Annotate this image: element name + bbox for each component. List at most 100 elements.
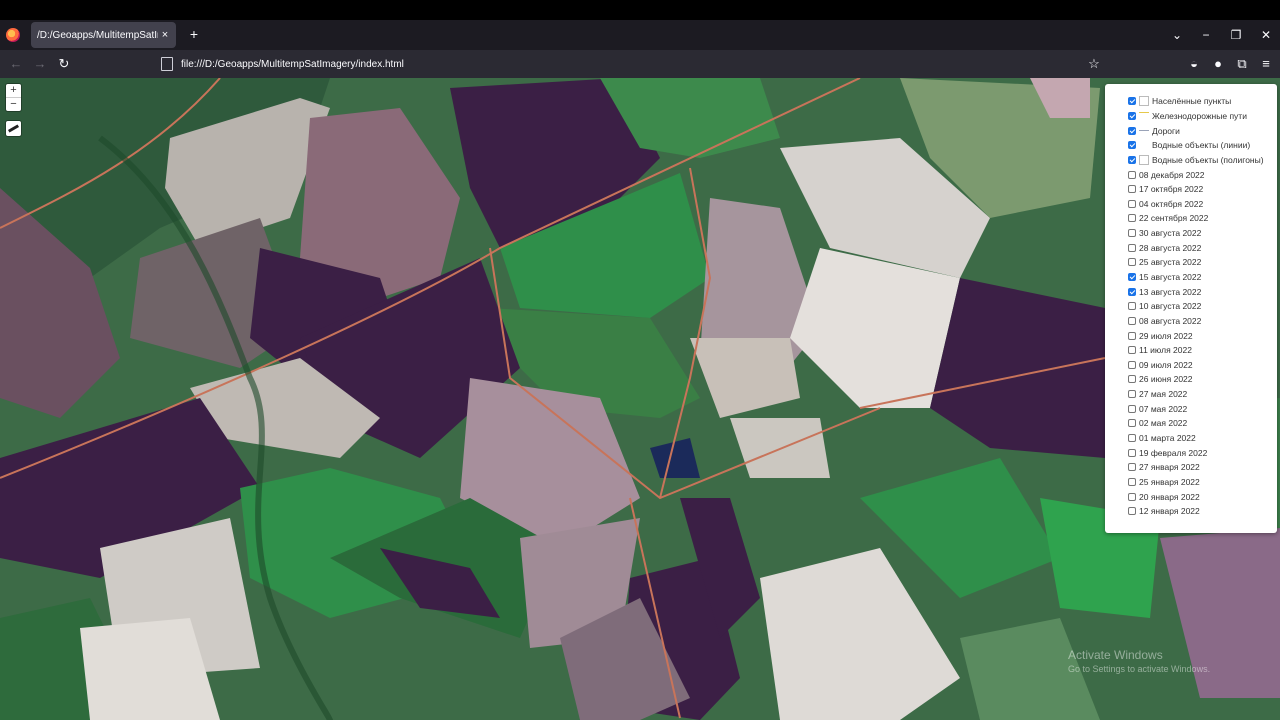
layer-checkbox[interactable] — [1128, 141, 1136, 150]
layer-item[interactable]: 04 октября 2022 — [1105, 196, 1277, 211]
layer-item[interactable]: 22 сентября 2022 — [1105, 211, 1277, 226]
layer-checkbox[interactable] — [1128, 258, 1136, 267]
layer-checkbox[interactable] — [1128, 434, 1136, 443]
screen-top-bar — [0, 0, 1280, 20]
zoom-control: + − — [6, 84, 21, 111]
layer-checkbox[interactable] — [1128, 360, 1136, 369]
layer-checkbox[interactable] — [1128, 170, 1136, 179]
layer-item[interactable]: 30 августа 2022 — [1105, 226, 1277, 241]
layer-checkbox[interactable] — [1128, 404, 1136, 413]
restore-button[interactable]: ❐ — [1227, 26, 1245, 44]
layer-item[interactable]: 08 августа 2022 — [1105, 314, 1277, 329]
layer-item[interactable]: 01 марта 2022 — [1105, 431, 1277, 446]
layer-checkbox[interactable] — [1128, 287, 1136, 296]
layer-checkbox[interactable] — [1128, 185, 1136, 194]
layer-checkbox[interactable] — [1128, 155, 1136, 164]
layer-item[interactable]: 25 января 2022 — [1105, 475, 1277, 490]
layer-label: 28 августа 2022 — [1139, 242, 1202, 253]
layer-label: 10 августа 2022 — [1139, 301, 1202, 312]
layer-legend-swatch — [1139, 112, 1149, 114]
layer-checkbox[interactable] — [1128, 419, 1136, 428]
layer-item[interactable]: 27 января 2022 — [1105, 460, 1277, 475]
back-button[interactable]: ← — [8, 56, 24, 72]
layer-checkbox[interactable] — [1128, 316, 1136, 325]
layer-checkbox[interactable] — [1128, 273, 1136, 281]
measure-button[interactable] — [6, 121, 21, 136]
tab-title: /D:/Geoapps/MultitempSatImagery/ — [37, 29, 158, 41]
layer-item[interactable]: 17 октября 2022 — [1105, 182, 1277, 197]
tab-strip: /D:/Geoapps/MultitempSatImagery/ × + ⌄ −… — [0, 20, 1280, 50]
pocket-icon[interactable]: ◒ — [1186, 56, 1202, 72]
layer-label: 27 мая 2022 — [1139, 389, 1188, 400]
layer-item[interactable]: Водные объекты (линии) — [1105, 138, 1277, 153]
layer-item[interactable]: 20 января 2022 — [1105, 489, 1277, 504]
firefox-icon[interactable] — [6, 28, 20, 42]
layer-item[interactable]: 29 июля 2022 — [1105, 328, 1277, 343]
layer-label: 08 декабря 2022 — [1139, 169, 1205, 180]
layer-checkbox[interactable] — [1128, 375, 1136, 384]
layer-item[interactable]: 02 мая 2022 — [1105, 416, 1277, 431]
close-window-button[interactable]: ✕ — [1257, 26, 1275, 44]
account-icon[interactable]: ● — [1210, 56, 1226, 72]
layer-item[interactable]: 19 февраля 2022 — [1105, 445, 1277, 460]
layer-item[interactable]: 08 декабря 2022 — [1105, 167, 1277, 182]
layer-item[interactable]: Населённые пункты — [1105, 94, 1277, 109]
tab-close-icon[interactable]: × — [158, 29, 172, 41]
url-bar[interactable]: file:///D:/Geoapps/MultitempSatImagery/i… — [155, 53, 1105, 75]
minimize-button[interactable]: − — [1197, 26, 1215, 44]
layer-checkbox[interactable] — [1128, 214, 1136, 223]
layer-item[interactable]: 28 августа 2022 — [1105, 240, 1277, 255]
layer-item[interactable]: 10 августа 2022 — [1105, 299, 1277, 314]
layer-item[interactable]: 26 июня 2022 — [1105, 372, 1277, 387]
bookmark-star-icon[interactable]: ☆ — [1086, 56, 1102, 72]
layer-item[interactable]: 11 июля 2022 — [1105, 343, 1277, 358]
extensions-icon[interactable]: ⧉ — [1234, 56, 1250, 72]
forward-button[interactable]: → — [32, 56, 48, 72]
layer-item[interactable]: 15 августа 2022 — [1105, 270, 1277, 285]
layer-checkbox[interactable] — [1128, 477, 1136, 486]
layer-checkbox[interactable] — [1128, 492, 1136, 501]
layer-checkbox[interactable] — [1128, 199, 1136, 208]
satellite-imagery — [0, 78, 1280, 720]
layer-item[interactable]: 25 августа 2022 — [1105, 255, 1277, 270]
menu-icon[interactable]: ≡ — [1258, 56, 1274, 72]
layer-checkbox[interactable] — [1128, 507, 1136, 516]
layer-item[interactable]: 09 июля 2022 — [1105, 358, 1277, 373]
layer-checkbox[interactable] — [1128, 111, 1136, 120]
layer-checkbox[interactable] — [1128, 243, 1136, 252]
layer-label: 13 августа 2022 — [1139, 286, 1202, 297]
layer-label: 17 октября 2022 — [1139, 184, 1204, 195]
layer-label: 25 августа 2022 — [1139, 257, 1202, 268]
new-tab-button[interactable]: + — [186, 26, 202, 42]
tab-active[interactable]: /D:/Geoapps/MultitempSatImagery/ × — [31, 22, 176, 48]
layer-checkbox[interactable] — [1128, 448, 1136, 457]
layer-label: 01 марта 2022 — [1139, 433, 1196, 444]
layer-checkbox[interactable] — [1128, 346, 1136, 355]
ruler-icon — [7, 124, 20, 133]
layer-item[interactable]: Водные объекты (полигоны) — [1105, 153, 1277, 168]
layer-checkbox[interactable] — [1128, 390, 1136, 399]
layer-item[interactable]: Дороги — [1105, 123, 1277, 138]
layer-label: 12 января 2022 — [1139, 506, 1200, 517]
satellite-map[interactable]: + − Населённые пункты Железнодорожные пут… — [0, 78, 1280, 720]
layer-label: Населённые пункты — [1152, 96, 1232, 107]
layer-label: 07 мая 2022 — [1139, 403, 1188, 414]
list-all-tabs-icon[interactable]: ⌄ — [1168, 26, 1186, 44]
zoom-out-button[interactable]: − — [6, 97, 21, 111]
layer-checkbox[interactable] — [1128, 302, 1136, 311]
layer-item[interactable]: 27 мая 2022 — [1105, 387, 1277, 402]
layer-item[interactable]: 13 августа 2022 — [1105, 284, 1277, 299]
reload-button[interactable]: ↻ — [56, 56, 72, 72]
layer-label: 27 января 2022 — [1139, 462, 1200, 473]
layer-checkbox[interactable] — [1128, 126, 1136, 135]
layer-checkbox[interactable] — [1128, 229, 1136, 238]
layer-checkbox[interactable] — [1128, 463, 1136, 472]
layer-item[interactable]: 12 января 2022 — [1105, 504, 1277, 519]
layer-item[interactable]: Железнодорожные пути — [1105, 109, 1277, 124]
layer-item[interactable]: 07 мая 2022 — [1105, 401, 1277, 416]
layer-checkbox[interactable] — [1128, 97, 1136, 106]
zoom-in-button[interactable]: + — [6, 84, 21, 97]
layer-checkbox[interactable] — [1128, 331, 1136, 340]
layer-label: 02 мая 2022 — [1139, 418, 1188, 429]
layer-label: Водные объекты (полигоны) — [1152, 154, 1264, 165]
